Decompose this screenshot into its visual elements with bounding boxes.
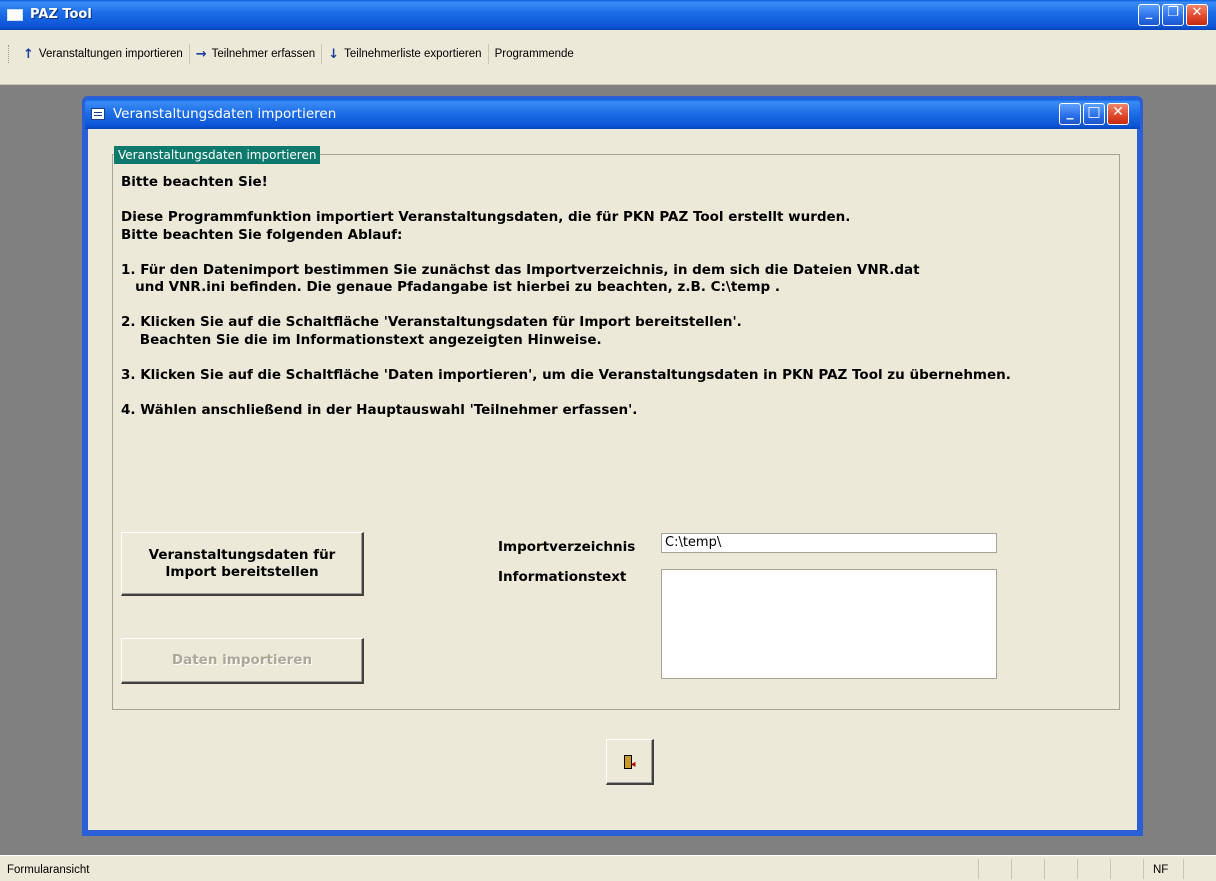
- status-pane: [1077, 859, 1110, 879]
- app-close-button[interactable]: ✕: [1186, 4, 1208, 26]
- form-close-button[interactable]: ✕: [1107, 103, 1129, 125]
- form-title: Veranstaltungsdaten importieren: [113, 106, 337, 122]
- form-body: Veranstaltungsdaten importieren Bitte be…: [88, 129, 1137, 830]
- prepare-import-button[interactable]: Veranstaltungsdaten für Import bereitste…: [121, 532, 364, 596]
- instruction-heading: Bitte beachten Sie!: [121, 174, 268, 190]
- form-minimize-button[interactable]: _: [1059, 103, 1081, 125]
- instruction-line: 3. Klicken Sie auf die Schaltfläche 'Dat…: [121, 366, 1011, 383]
- import-data-button-label: Daten importieren: [171, 652, 313, 668]
- import-form-window: Veranstaltungsdaten importieren _ □ ✕ Ve…: [82, 96, 1143, 836]
- arrow-right-icon: →: [195, 46, 207, 62]
- group-label: Veranstaltungsdaten importieren: [114, 146, 321, 164]
- toolbar-item-teilnehmer-erfassen[interactable]: → Teilnehmer erfassen: [190, 44, 323, 64]
- info-textarea[interactable]: [661, 569, 997, 679]
- info-text-label: Informationstext: [498, 569, 627, 585]
- app-restore-button[interactable]: ❐: [1162, 4, 1184, 26]
- toolbar-item-label: Programmende: [494, 48, 574, 60]
- toolbar-item-veranstaltungen-importieren[interactable]: ↑ Veranstaltungen importieren: [17, 44, 190, 64]
- status-text: Formularansicht: [7, 864, 90, 876]
- exit-form-button[interactable]: ◂: [606, 739, 654, 785]
- status-pane: [1044, 859, 1077, 879]
- instruction-line: Beachten Sie die im Informationstext ang…: [121, 331, 602, 348]
- arrow-up-icon: ↑: [23, 46, 34, 62]
- arrow-down-icon: ↓: [328, 46, 340, 62]
- app-minimize-button[interactable]: _: [1138, 4, 1160, 26]
- instruction-line: 1. Für den Datenimport bestimmen Sie zun…: [121, 261, 920, 278]
- toolbar-item-label: Teilnehmerliste exportieren: [344, 48, 482, 60]
- instruction-line: und VNR.ini befinden. Die genaue Pfadang…: [121, 279, 781, 295]
- app-window-icon: [7, 9, 23, 21]
- form-title-bar: Veranstaltungsdaten importieren _ □ ✕: [85, 99, 1140, 129]
- exit-door-icon: ◂: [622, 754, 638, 770]
- instruction-line: Diese Programmfunktion importiert Verans…: [121, 209, 851, 225]
- status-pane: [1110, 859, 1143, 879]
- instruction-line: 2. Klicken Sie auf die Schaltfläche 'Ver…: [121, 314, 742, 330]
- status-indicator-nf: NF: [1143, 859, 1183, 879]
- instruction-line: Bitte beachten Sie folgenden Ablauf:: [121, 226, 403, 243]
- toolbar-item-teilnehmerliste-exportieren[interactable]: ↓ Teilnehmerliste exportieren: [322, 44, 489, 64]
- import-dir-label: Importverzeichnis: [498, 539, 636, 555]
- status-pane: [1011, 859, 1044, 879]
- import-group-box: Veranstaltungsdaten importieren Bitte be…: [112, 146, 1120, 710]
- status-bar: Formularansicht NF: [0, 855, 1216, 881]
- prepare-import-button-label-1: Veranstaltungsdaten für: [148, 546, 336, 563]
- prepare-import-button-label-2: Import bereitstellen: [165, 563, 319, 580]
- form-icon: [91, 108, 105, 120]
- form-maximize-button[interactable]: □: [1083, 103, 1105, 125]
- import-data-button[interactable]: Daten importieren: [121, 638, 364, 684]
- toolbar-grip[interactable]: [8, 45, 11, 63]
- app-title-bar: PAZ Tool _ ❐ ✕: [0, 0, 1216, 30]
- app-title: PAZ Tool: [30, 7, 92, 22]
- instruction-line: 4. Wählen anschließend in der Hauptauswa…: [121, 401, 638, 418]
- main-toolbar: ↑ Veranstaltungen importieren → Teilnehm…: [0, 30, 1216, 85]
- toolbar-item-label: Veranstaltungen importieren: [38, 48, 183, 60]
- toolbar-item-label: Teilnehmer erfassen: [211, 48, 316, 60]
- status-pane: [978, 859, 1011, 879]
- toolbar-item-programmende[interactable]: Programmende: [489, 44, 580, 64]
- status-pane: [1183, 859, 1216, 879]
- instructions-text: Bitte beachten Sie! Diese Programmfunkti…: [121, 174, 1011, 419]
- import-dir-input[interactable]: C:\temp\: [661, 533, 997, 553]
